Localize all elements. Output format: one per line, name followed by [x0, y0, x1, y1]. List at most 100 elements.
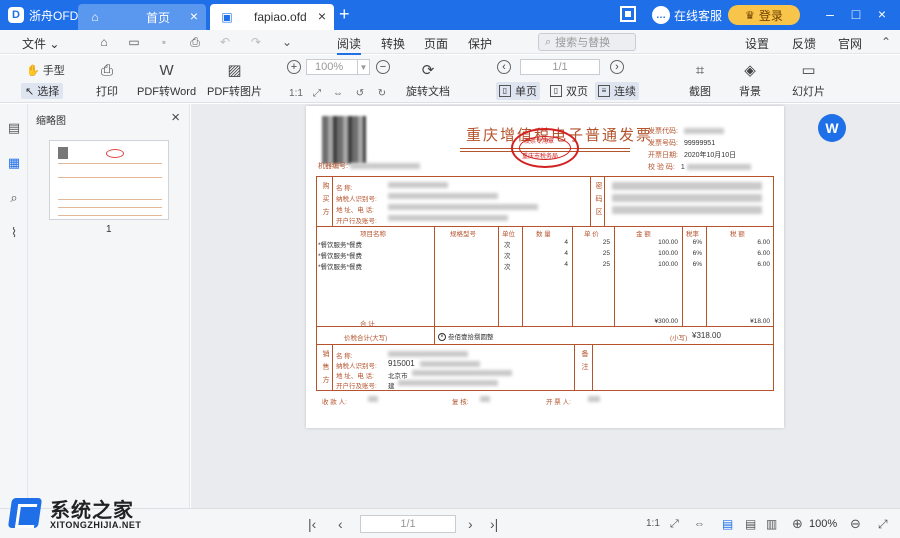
search-input[interactable]: ⌕ 搜索与替换: [538, 33, 636, 51]
qr-code-icon[interactable]: [620, 6, 636, 22]
more-icon[interactable]: ⌄: [279, 34, 295, 50]
fit-width-icon[interactable]: ⇔: [331, 87, 345, 101]
hand-icon: ✋: [26, 64, 40, 77]
invoice-number: 发票号码: 99999951: [648, 138, 715, 148]
thumbnail-icon[interactable]: ▦: [6, 155, 22, 171]
single-page-icon[interactable]: ▤: [722, 516, 733, 532]
hand-tool[interactable]: ✋ 手型: [26, 62, 65, 78]
actual-size-icon[interactable]: 1:1: [289, 87, 303, 101]
continuous-button[interactable]: ≡ 连续: [595, 82, 639, 100]
app-logo-icon: D: [8, 7, 24, 23]
close-icon[interactable]: ×: [318, 9, 326, 23]
slideshow-button[interactable]: ▭ 幻灯片: [792, 60, 825, 99]
screenshot-button[interactable]: ⌗ 截图: [689, 60, 711, 99]
bookmark-icon[interactable]: ▤: [6, 120, 22, 136]
invoice-code: 发票代码:: [648, 126, 724, 136]
background-label: 背景: [739, 86, 761, 98]
col-price: 单 价: [584, 231, 599, 238]
background-button[interactable]: ◈ 背景: [739, 60, 761, 99]
pdf-to-word-button[interactable]: W PDF转Word: [137, 60, 196, 99]
col-amount: 金 额: [636, 231, 651, 238]
menu-website[interactable]: 官网: [838, 35, 862, 52]
payee-label: 收 款 人:: [322, 399, 347, 406]
next-page-icon[interactable]: ›: [468, 516, 473, 532]
rotate-right-icon[interactable]: ↻: [375, 87, 389, 101]
close-icon[interactable]: ×: [190, 9, 198, 23]
maximize-icon[interactable]: □: [846, 5, 866, 23]
file-menu-label: 文件: [22, 37, 47, 51]
fullscreen-icon[interactable]: ⤢: [878, 516, 888, 532]
watermark-title: 系统之家: [50, 500, 134, 522]
actual-size-icon[interactable]: 1:1: [646, 516, 660, 532]
last-page-icon[interactable]: ›|: [490, 516, 498, 532]
seller-bank-label: 开户行及账号:: [336, 383, 377, 390]
menu-convert[interactable]: 转换: [381, 35, 405, 52]
tab-home[interactable]: ⌂ 首页 ×: [78, 4, 206, 30]
menu-feedback[interactable]: 反馈: [792, 35, 816, 52]
redacted-cipher: [612, 194, 762, 202]
save-icon[interactable]: ▪: [156, 34, 172, 50]
pdf-to-image-button[interactable]: ▨ PDF转图片: [207, 60, 262, 99]
next-page-icon[interactable]: ›: [610, 60, 624, 74]
print-button[interactable]: ⎙ 打印: [96, 60, 118, 99]
slideshow-label: 幻灯片: [792, 86, 825, 98]
undo-icon[interactable]: ↶: [217, 34, 233, 50]
close-icon[interactable]: ×: [171, 109, 180, 126]
page-thumbnail[interactable]: [49, 140, 169, 220]
select-tool[interactable]: ↖ 选择: [21, 83, 64, 99]
zoom-out-icon[interactable]: −: [376, 60, 390, 74]
menu-protect[interactable]: 保护: [468, 35, 492, 52]
online-service-button[interactable]: … 在线客服: [652, 6, 722, 24]
word-convert-float-button[interactable]: W: [818, 114, 846, 142]
attachment-icon[interactable]: ⌇: [6, 225, 22, 241]
minimize-icon[interactable]: –: [820, 5, 840, 23]
zoom-in-icon[interactable]: ⊕: [792, 516, 803, 532]
close-window-icon[interactable]: ×: [872, 5, 892, 23]
redo-icon[interactable]: ↷: [248, 34, 264, 50]
first-page-icon[interactable]: |‹: [308, 516, 316, 532]
tab-fapiao[interactable]: ▣ fapiao.ofd ×: [210, 4, 334, 30]
total-tax: ¥18.00: [750, 318, 770, 325]
rotate-document-button[interactable]: ⟳ 旋转文档: [406, 60, 450, 99]
zoom-out-icon[interactable]: ⊖: [850, 516, 861, 532]
fit-page-icon[interactable]: ⤢: [670, 516, 679, 532]
prev-page-icon[interactable]: ‹: [497, 60, 511, 74]
zoom-select[interactable]: 100% ▼: [306, 59, 370, 75]
single-page-button[interactable]: ▯ 单页: [496, 82, 540, 100]
fit-page-icon[interactable]: ⤢: [310, 87, 324, 101]
open-folder-icon[interactable]: ▭: [126, 34, 142, 50]
add-tab-icon[interactable]: +: [339, 5, 350, 23]
collapse-icon[interactable]: ⌃: [878, 34, 894, 50]
seller-addr-value: 北京市: [388, 373, 408, 380]
double-page-button[interactable]: ▯ 双页: [547, 82, 591, 100]
bottom-zoom-value[interactable]: 100%: [809, 518, 837, 530]
page-input[interactable]: 1/1: [520, 59, 600, 75]
document-area[interactable]: 重庆增值税电子普通发票 发票专用章 重庆市税务局 发票代码: 发票号码: 9999…: [191, 104, 900, 508]
row-1-tax: 6.00: [757, 239, 770, 246]
print-label: 打印: [96, 86, 118, 98]
double-page-icon[interactable]: ▥: [766, 516, 777, 532]
home-icon[interactable]: ⌂: [96, 34, 112, 50]
rotate-left-icon[interactable]: ↺: [353, 87, 367, 101]
zoom-in-icon[interactable]: +: [287, 60, 301, 74]
invoice-qr-code: [322, 116, 366, 164]
continuous-icon[interactable]: ▤: [745, 516, 756, 532]
site-watermark: 系统之家 XITONGZHIJIA.NET: [7, 492, 170, 536]
invoice-number-label: 发票号码:: [648, 140, 678, 147]
printer-icon: ⎙: [100, 61, 113, 79]
bottom-page-input[interactable]: 1/1: [360, 515, 456, 533]
search-icon[interactable]: ⌕: [6, 190, 22, 206]
file-menu[interactable]: 文件 ⌄: [22, 35, 59, 52]
login-button[interactable]: ♛ 登录: [728, 5, 800, 25]
menu-page[interactable]: 页面: [424, 35, 448, 52]
redacted-value: [388, 193, 498, 199]
menu-settings[interactable]: 设置: [745, 35, 769, 52]
reviewer-label: 复 核:: [452, 399, 469, 406]
menu-read[interactable]: 阅读: [337, 35, 362, 55]
search-placeholder: 搜索与替换: [555, 37, 611, 49]
prev-page-icon[interactable]: ‹: [338, 516, 343, 532]
fit-width-icon[interactable]: ⇔: [694, 516, 705, 532]
print-icon[interactable]: ⎙: [187, 34, 203, 50]
stamp-bottom-text: 重庆市税务局: [522, 154, 559, 160]
online-service-label: 在线客服: [674, 8, 723, 23]
